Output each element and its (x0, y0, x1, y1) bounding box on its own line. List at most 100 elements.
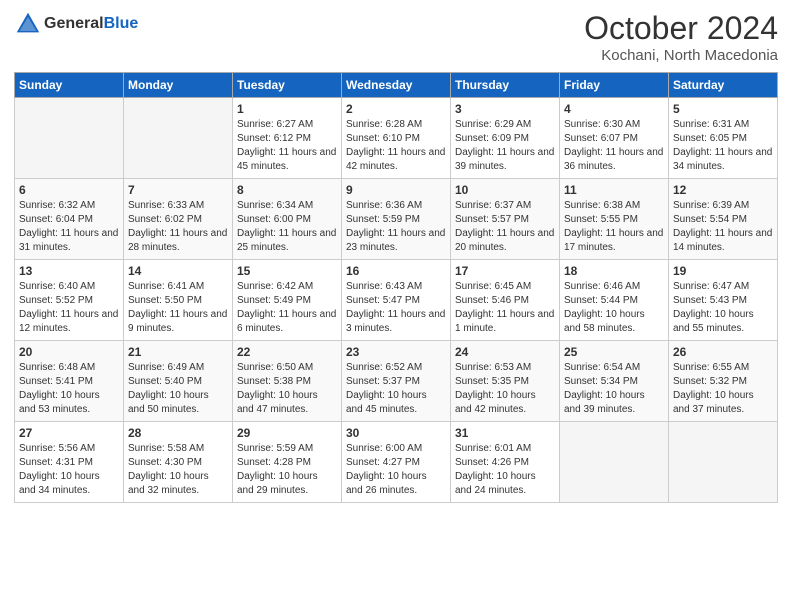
day-info: Sunrise: 6:46 AMSunset: 5:44 PMDaylight:… (564, 280, 664, 336)
logo-general: General (44, 15, 104, 32)
page-header: GeneralBlue October 2024 Kochani, North … (14, 10, 778, 64)
day-number: 10 (455, 183, 555, 197)
calendar-cell: 23Sunrise: 6:52 AMSunset: 5:37 PMDayligh… (342, 341, 451, 422)
calendar-cell (560, 422, 669, 503)
day-info: Sunrise: 6:29 AMSunset: 6:09 PMDaylight:… (455, 118, 555, 174)
day-info: Sunrise: 6:45 AMSunset: 5:46 PMDaylight:… (455, 280, 555, 336)
calendar-week-row: 6 Sunrise: 6:32 AMSunset: 6:04 PMDaylight… (15, 179, 778, 260)
day-info: Sunrise: 6:41 AMSunset: 5:50 PMDaylight:… (128, 280, 228, 336)
calendar-cell: 17 Sunrise: 6:45 AMSunset: 5:46 PMDayligh… (451, 260, 560, 341)
day-header-sunday: Sunday (15, 73, 124, 98)
day-number: 19 (673, 264, 773, 278)
day-number: 26 (673, 345, 773, 359)
day-info: Sunrise: 6:32 AMSunset: 6:04 PMDaylight:… (19, 199, 119, 255)
day-header-thursday: Thursday (451, 73, 560, 98)
day-number: 21 (128, 345, 228, 359)
day-number: 29 (237, 426, 337, 440)
day-number: 4 (564, 102, 664, 116)
day-header-friday: Friday (560, 73, 669, 98)
calendar-cell: 2 Sunrise: 6:28 AMSunset: 6:10 PMDaylight… (342, 98, 451, 179)
day-number: 9 (346, 183, 446, 197)
day-info: Sunrise: 6:40 AMSunset: 5:52 PMDaylight:… (19, 280, 119, 336)
title-block: October 2024 Kochani, North Macedonia (584, 10, 778, 64)
day-header-monday: Monday (124, 73, 233, 98)
day-header-tuesday: Tuesday (233, 73, 342, 98)
calendar-cell: 1 Sunrise: 6:27 AMSunset: 6:12 PMDaylight… (233, 98, 342, 179)
calendar-cell: 31 Sunrise: 6:01 AMSunset: 4:26 PMDayligh… (451, 422, 560, 503)
day-number: 31 (455, 426, 555, 440)
day-number: 5 (673, 102, 773, 116)
calendar-cell: 26 Sunrise: 6:55 AMSunset: 5:32 PMDayligh… (669, 341, 778, 422)
calendar-cell: 6 Sunrise: 6:32 AMSunset: 6:04 PMDaylight… (15, 179, 124, 260)
calendar-cell (124, 98, 233, 179)
day-number: 16 (346, 264, 446, 278)
day-info: Sunrise: 6:36 AMSunset: 5:59 PMDaylight:… (346, 199, 446, 255)
day-number: 3 (455, 102, 555, 116)
calendar-week-row: 20 Sunrise: 6:48 AMSunset: 5:41 PMDayligh… (15, 341, 778, 422)
day-info: Sunrise: 6:47 AMSunset: 5:43 PMDaylight:… (673, 280, 773, 336)
day-number: 28 (128, 426, 228, 440)
day-info: Sunrise: 6:33 AMSunset: 6:02 PMDaylight:… (128, 199, 228, 255)
day-info: Sunrise: 6:43 AMSunset: 5:47 PMDaylight:… (346, 280, 446, 336)
day-number: 30 (346, 426, 446, 440)
day-header-wednesday: Wednesday (342, 73, 451, 98)
calendar-cell: 27 Sunrise: 5:56 AMSunset: 4:31 PMDayligh… (15, 422, 124, 503)
calendar-header-row: SundayMondayTuesdayWednesdayThursdayFrid… (15, 73, 778, 98)
month-year: October 2024 (584, 10, 778, 47)
day-number: 12 (673, 183, 773, 197)
location: Kochani, North Macedonia (584, 47, 778, 64)
logo-icon (14, 10, 42, 38)
day-number: 6 (19, 183, 119, 197)
day-info: Sunrise: 6:30 AMSunset: 6:07 PMDaylight:… (564, 118, 664, 174)
day-info: Sunrise: 6:01 AMSunset: 4:26 PMDaylight:… (455, 442, 555, 498)
day-info: Sunrise: 6:34 AMSunset: 6:00 PMDaylight:… (237, 199, 337, 255)
calendar-week-row: 13 Sunrise: 6:40 AMSunset: 5:52 PMDayligh… (15, 260, 778, 341)
calendar-cell: 16 Sunrise: 6:43 AMSunset: 5:47 PMDayligh… (342, 260, 451, 341)
calendar-cell (15, 98, 124, 179)
calendar-cell: 13 Sunrise: 6:40 AMSunset: 5:52 PMDayligh… (15, 260, 124, 341)
day-number: 20 (19, 345, 119, 359)
day-number: 1 (237, 102, 337, 116)
calendar-cell: 4 Sunrise: 6:30 AMSunset: 6:07 PMDaylight… (560, 98, 669, 179)
calendar-cell: 15Sunrise: 6:42 AMSunset: 5:49 PMDayligh… (233, 260, 342, 341)
day-info: Sunrise: 6:28 AMSunset: 6:10 PMDaylight:… (346, 118, 446, 174)
day-number: 25 (564, 345, 664, 359)
day-header-saturday: Saturday (669, 73, 778, 98)
day-info: Sunrise: 6:37 AMSunset: 5:57 PMDaylight:… (455, 199, 555, 255)
calendar-cell: 10 Sunrise: 6:37 AMSunset: 5:57 PMDayligh… (451, 179, 560, 260)
day-number: 7 (128, 183, 228, 197)
calendar-cell: 18 Sunrise: 6:46 AMSunset: 5:44 PMDayligh… (560, 260, 669, 341)
day-info: Sunrise: 5:58 AMSunset: 4:30 PMDaylight:… (128, 442, 228, 498)
calendar-cell: 11Sunrise: 6:38 AMSunset: 5:55 PMDayligh… (560, 179, 669, 260)
calendar-cell: 8 Sunrise: 6:34 AMSunset: 6:00 PMDaylight… (233, 179, 342, 260)
calendar-table: SundayMondayTuesdayWednesdayThursdayFrid… (14, 72, 778, 503)
day-number: 15 (237, 264, 337, 278)
day-info: Sunrise: 5:56 AMSunset: 4:31 PMDaylight:… (19, 442, 119, 498)
calendar-cell (669, 422, 778, 503)
day-number: 27 (19, 426, 119, 440)
day-number: 18 (564, 264, 664, 278)
day-info: Sunrise: 6:55 AMSunset: 5:32 PMDaylight:… (673, 361, 773, 417)
calendar-cell: 25Sunrise: 6:54 AMSunset: 5:34 PMDayligh… (560, 341, 669, 422)
day-number: 17 (455, 264, 555, 278)
logo-text: GeneralBlue (44, 15, 138, 33)
calendar-cell: 30 Sunrise: 6:00 AMSunset: 4:27 PMDayligh… (342, 422, 451, 503)
calendar-cell: 19 Sunrise: 6:47 AMSunset: 5:43 PMDayligh… (669, 260, 778, 341)
day-number: 8 (237, 183, 337, 197)
day-info: Sunrise: 6:00 AMSunset: 4:27 PMDaylight:… (346, 442, 446, 498)
calendar-cell: 28 Sunrise: 5:58 AMSunset: 4:30 PMDayligh… (124, 422, 233, 503)
calendar-week-row: 27 Sunrise: 5:56 AMSunset: 4:31 PMDayligh… (15, 422, 778, 503)
calendar-cell: 14 Sunrise: 6:41 AMSunset: 5:50 PMDayligh… (124, 260, 233, 341)
day-info: Sunrise: 6:39 AMSunset: 5:54 PMDaylight:… (673, 199, 773, 255)
day-info: Sunrise: 6:48 AMSunset: 5:41 PMDaylight:… (19, 361, 119, 417)
day-number: 13 (19, 264, 119, 278)
day-info: Sunrise: 6:50 AMSunset: 5:38 PMDaylight:… (237, 361, 337, 417)
day-number: 14 (128, 264, 228, 278)
calendar-cell: 22Sunrise: 6:50 AMSunset: 5:38 PMDayligh… (233, 341, 342, 422)
calendar-week-row: 1 Sunrise: 6:27 AMSunset: 6:12 PMDaylight… (15, 98, 778, 179)
day-number: 2 (346, 102, 446, 116)
day-info: Sunrise: 6:49 AMSunset: 5:40 PMDaylight:… (128, 361, 228, 417)
calendar-cell: 29Sunrise: 5:59 AMSunset: 4:28 PMDayligh… (233, 422, 342, 503)
day-info: Sunrise: 6:27 AMSunset: 6:12 PMDaylight:… (237, 118, 337, 174)
calendar-cell: 5Sunrise: 6:31 AMSunset: 6:05 PMDaylight… (669, 98, 778, 179)
